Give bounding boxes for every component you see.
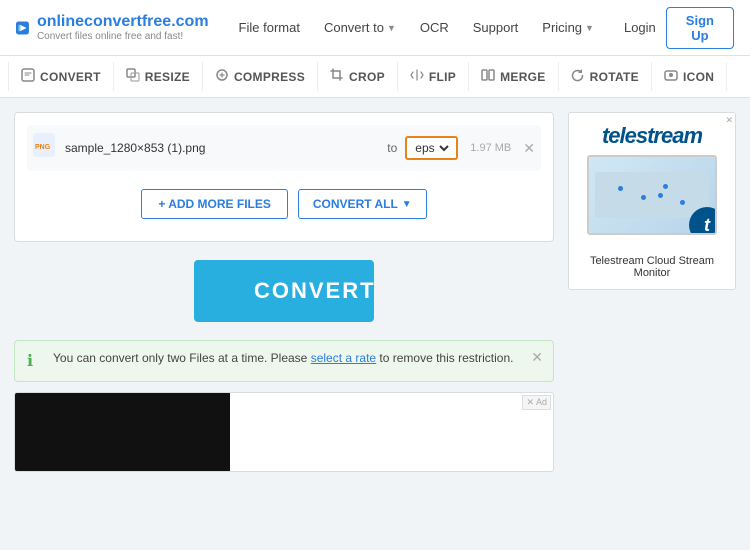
map-dot [680,200,685,205]
convert-all-button[interactable]: CONVERT ALL ▼ [298,189,427,219]
signup-button[interactable]: Sign Up [666,7,734,49]
ad-badge: ✕ Ad [522,395,551,410]
toolbar-compress[interactable]: COMPRESS [203,62,318,91]
file-size: 1.97 MB [470,142,511,154]
header: onlineconvertfree.com Convert files onli… [0,0,750,56]
ad-close-badge[interactable]: ✕ [725,115,733,126]
right-ad: ✕ telestream t Telestream [568,112,736,290]
map-dot [641,195,646,200]
right-panel: ✕ telestream t Telestream [568,112,736,472]
left-panel: PNG sample_1280×853 (1).png to eps png j… [14,112,554,472]
resize-tool-icon [126,68,140,85]
map-dot [658,193,663,198]
toolbar: CONVERT RESIZE COMPRESS CROP FLIP MERGE [0,56,750,98]
info-text: You can convert only two Files at a time… [53,351,513,365]
chevron-down-icon: ▼ [585,23,594,33]
icon-tool-icon [664,68,678,85]
nav-support[interactable]: Support [463,14,529,41]
info-icon: ℹ [27,351,45,371]
add-files-button[interactable]: + ADD MORE FILES [141,189,288,219]
toolbar-rotate[interactable]: ROTATE [559,62,652,91]
to-label: to [387,141,397,155]
convert-main-button[interactable]: CONVERT [194,260,374,322]
toolbar-merge[interactable]: MERGE [469,62,559,91]
select-rate-link[interactable]: select a rate [311,351,376,365]
convert-tool-icon [21,68,35,85]
toolbar-flip[interactable]: FLIP [398,62,469,91]
file-panel: PNG sample_1280×853 (1).png to eps png j… [14,112,554,242]
toolbar-icon[interactable]: ICON [652,62,727,91]
flip-tool-icon [410,68,424,85]
toolbar-crop[interactable]: CROP [318,62,398,91]
rotate-tool-icon [571,68,585,85]
actions-row: + ADD MORE FILES CONVERT ALL ▼ [27,171,541,229]
map-dot [663,184,668,189]
file-row: PNG sample_1280×853 (1).png to eps png j… [27,125,541,171]
file-remove-button[interactable]: ✕ [523,140,535,157]
merge-tool-icon [481,68,495,85]
header-actions: Login Sign Up [624,7,734,49]
chevron-down-icon: ▼ [387,23,396,33]
toolbar-convert[interactable]: CONVERT [8,62,114,91]
telestream-logo: telestream [602,123,702,149]
main-container: PNG sample_1280×853 (1).png to eps png j… [0,98,750,486]
file-type-icon: PNG [33,133,57,163]
chevron-down-icon: ▼ [402,199,412,210]
bottom-ad: ✕ Ad [14,392,554,472]
login-button[interactable]: Login [624,20,656,35]
logo-subtitle: Convert files online free and fast! [37,31,209,42]
nav-file-format[interactable]: File format [229,14,310,41]
nav-pricing[interactable]: Pricing▼ [532,14,604,41]
convert-button-wrapper: CONVERT [14,252,554,330]
screen-map [595,172,708,218]
compress-tool-icon [215,68,229,85]
logo-title: onlineconvertfree.com [37,13,209,31]
toolbar-resize[interactable]: RESIZE [114,62,203,91]
telestream-description: Telestream Cloud Stream Monitor [577,255,727,279]
ad-inner [15,393,553,471]
svg-text:PNG: PNG [35,144,51,151]
nav-convert-to[interactable]: Convert to▼ [314,14,406,41]
crop-tool-icon [330,68,344,85]
map-dots [595,172,708,218]
info-close-button[interactable]: ✕ [531,349,543,366]
ad-dark-section [15,393,230,471]
logo-area: onlineconvertfree.com Convert files onli… [16,12,209,44]
file-name: sample_1280×853 (1).png [65,141,379,155]
info-bar: ℹ You can convert only two Files at a ti… [14,340,554,382]
map-dot [618,186,623,191]
format-select-wrapper[interactable]: eps png jpg svg pdf [405,136,458,160]
nav-ocr[interactable]: OCR [410,14,459,41]
logo-icon [16,12,29,44]
logo-text-group: onlineconvertfree.com Convert files onli… [37,13,209,42]
format-select[interactable]: eps png jpg svg pdf [411,140,452,156]
main-nav: File format Convert to▼ OCR Support Pric… [229,14,604,41]
telestream-screen-graphic: t [587,155,717,235]
